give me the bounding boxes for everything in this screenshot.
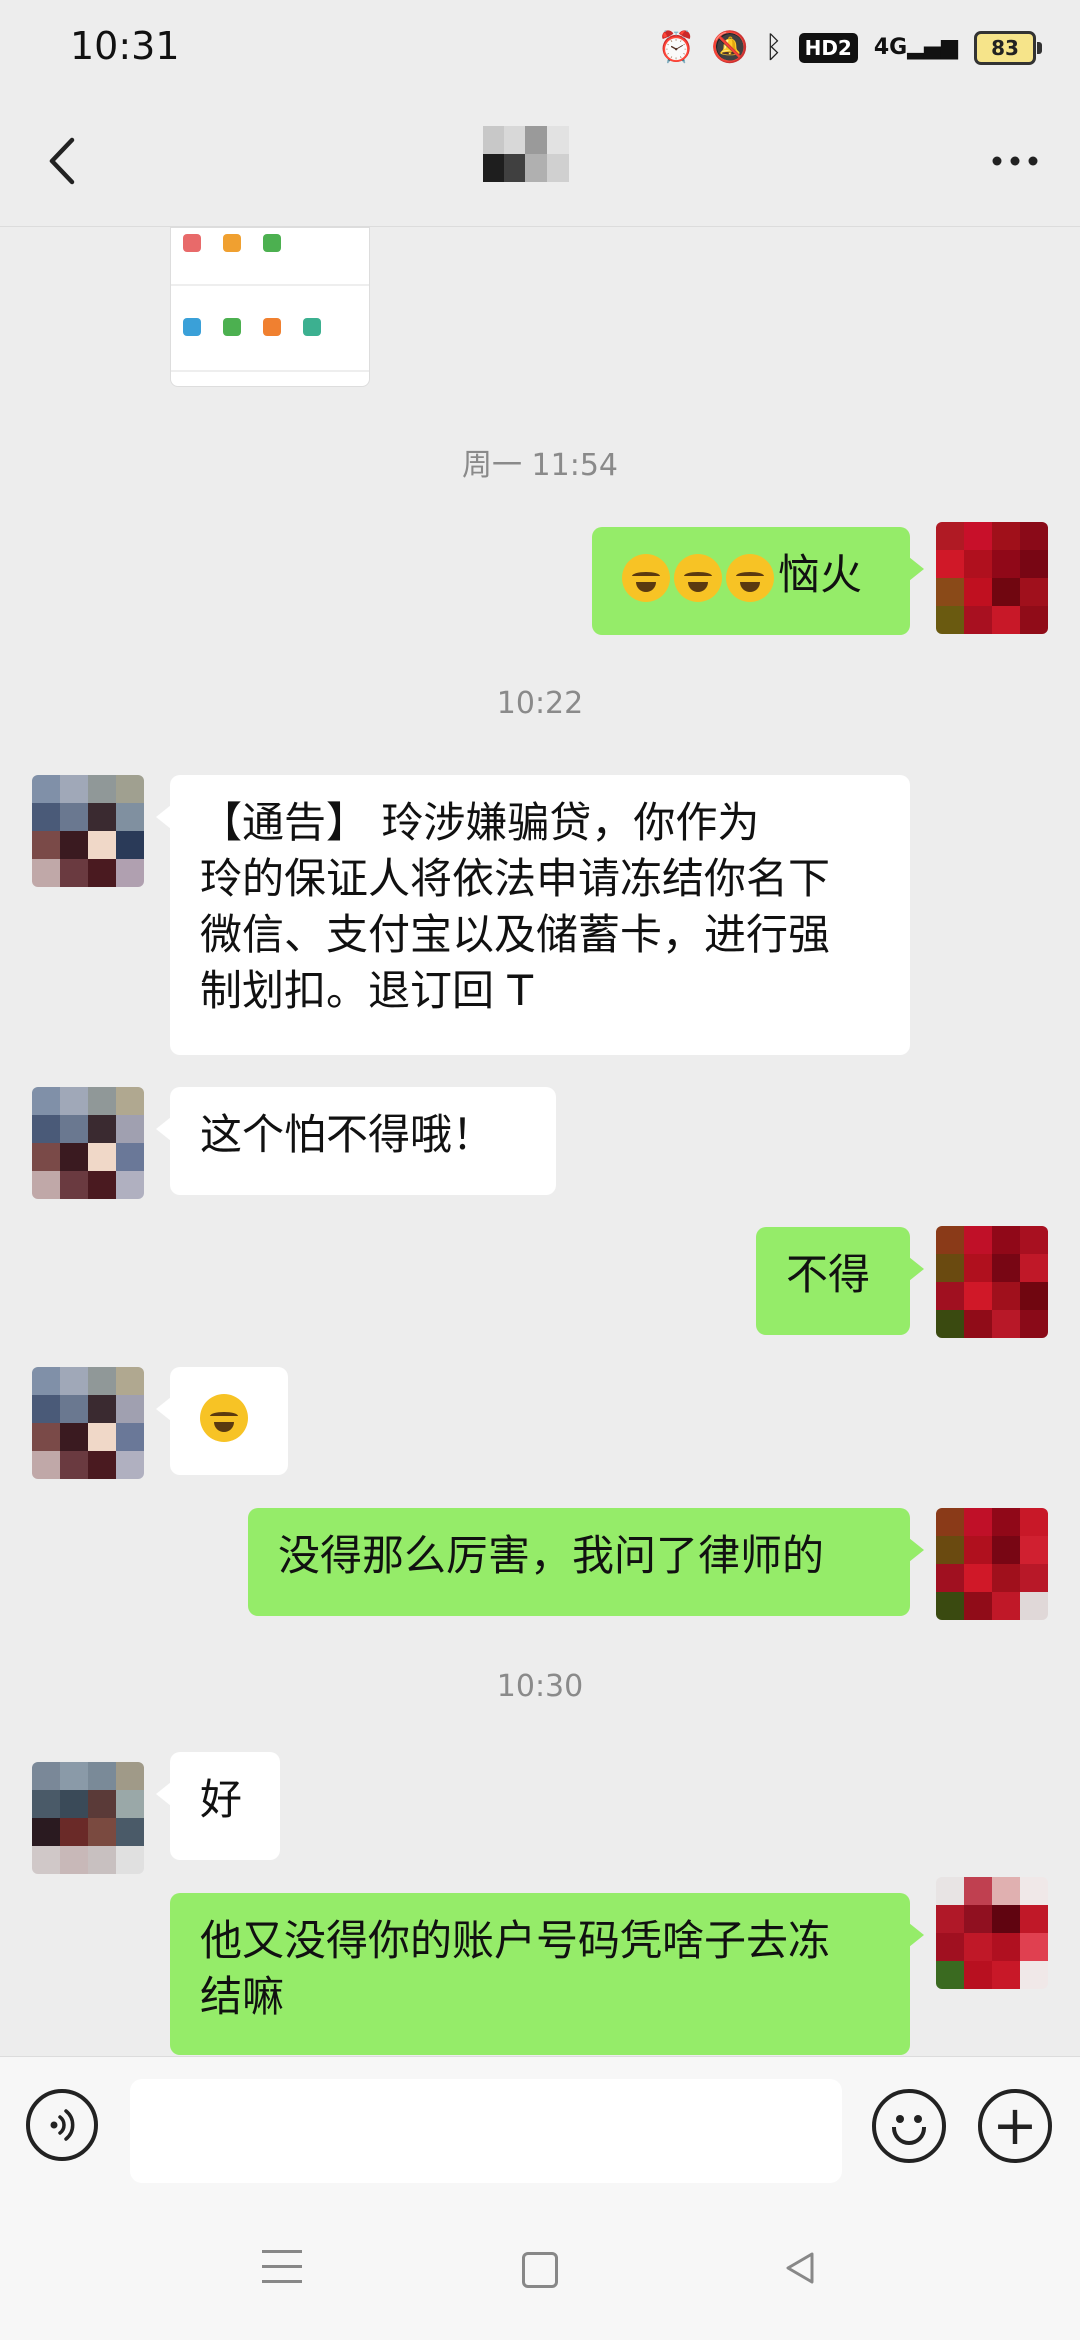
app-icon (183, 318, 201, 336)
chat-header (0, 96, 1080, 227)
more-dots-icon[interactable] (980, 126, 1050, 196)
recent-apps-icon[interactable] (262, 2250, 302, 2286)
message-line: 微信、支付宝以及储蓄卡，进行强 (200, 910, 831, 959)
timestamp: 10:22 (496, 686, 584, 721)
divider (171, 370, 369, 372)
battery-level: 83 (991, 36, 1019, 60)
contact-avatar[interactable] (32, 1762, 144, 1874)
message-line: 制划扣。退订回 T (200, 966, 534, 1015)
battery-icon: 83 (974, 31, 1042, 65)
my-avatar[interactable] (936, 522, 1048, 634)
message-text: 不得 (786, 1250, 871, 1299)
crying-face-icon (674, 553, 722, 602)
status-time: 10:31 (70, 24, 180, 68)
message-input[interactable] (130, 2079, 842, 2183)
mute-icon: 🔕 (711, 30, 749, 65)
divider (171, 284, 369, 286)
app-icon (303, 318, 321, 336)
status-bar: 10:31 ⏰ 🔕 ᛒ HD2 4G▂▄▆ 83 (0, 0, 1080, 96)
shared-app-card[interactable] (170, 227, 370, 387)
outgoing-message[interactable]: 不得 (756, 1227, 924, 1335)
timestamp: 10:30 (496, 1669, 584, 1704)
voice-wave-icon (50, 2109, 75, 2141)
incoming-message[interactable]: 【通告】 玲涉嫌骗贷，你作为 玲的保证人将依法申请冻结你名下 微信、支付宝以及储… (156, 775, 910, 1055)
message-text: 好 (200, 1775, 243, 1824)
voice-icon[interactable] (26, 2089, 98, 2161)
emoji-eye (914, 2115, 922, 2123)
hd-icon: HD2 (798, 33, 858, 63)
app-icon (223, 318, 241, 336)
signal-icon: 4G▂▄▆ (873, 35, 958, 60)
app-icon (263, 234, 281, 252)
my-avatar[interactable] (936, 1508, 1048, 1620)
outgoing-message[interactable]: 没得那么厉害，我问了律师的 (248, 1508, 924, 1616)
message-line: 【通告】 玲涉嫌骗贷，你作为 (200, 798, 760, 847)
crying-angry-face-icon (200, 1393, 248, 1442)
app-icon (183, 234, 201, 252)
contact-avatar[interactable] (32, 1087, 144, 1199)
system-back-icon[interactable] (780, 2248, 820, 2288)
incoming-message[interactable]: 这个怕不得哦！ (156, 1087, 556, 1195)
message-text: 这个怕不得哦！ (200, 1110, 495, 1159)
emoji-icon[interactable] (872, 2089, 946, 2163)
home-icon[interactable] (522, 2252, 558, 2288)
my-avatar[interactable] (936, 1226, 1048, 1338)
alarm-icon: ⏰ (657, 30, 696, 65)
contact-avatar[interactable] (32, 1367, 144, 1479)
status-icons: ⏰ 🔕 ᛒ HD2 4G▂▄▆ 83 (657, 28, 1042, 68)
back-arrow-icon[interactable] (30, 126, 100, 196)
message-line: 玲的保证人将依法申请冻结你名下 (200, 854, 831, 903)
network-type: 4G (873, 35, 908, 60)
message-text: 没得那么厉害，我问了律师的 (278, 1531, 825, 1580)
message-line: 他又没得你的账户号码凭啥子去冻 (200, 1916, 831, 1965)
timestamp: 周一 11:54 (462, 448, 618, 483)
system-navigation-bar (0, 2200, 1080, 2340)
input-bar: + (0, 2056, 1080, 2201)
app-icon (263, 318, 281, 336)
my-avatar[interactable] (936, 1877, 1048, 1989)
app-icon (223, 234, 241, 252)
contact-avatar[interactable] (32, 775, 144, 887)
outgoing-message[interactable]: 他又没得你的账户号码凭啥子去冻 结嘛 (170, 1893, 924, 2055)
message-line: 结嘛 (200, 1972, 285, 2021)
message-text: 恼火 (778, 550, 863, 599)
emoji-mouth (892, 2127, 926, 2145)
bluetooth-icon: ᛒ (764, 30, 783, 65)
contact-name-pixelated (483, 126, 569, 182)
chat-area[interactable]: 周一 11:54 恼火 10:22 【通告】 玲涉嫌骗贷，你作为 玲的保证人将依… (0, 227, 1080, 2055)
incoming-message[interactable] (156, 1367, 288, 1475)
crying-face-icon (622, 553, 670, 602)
emoji-eye (896, 2115, 904, 2123)
outgoing-message[interactable]: 恼火 (592, 527, 924, 635)
incoming-message[interactable]: 好 (156, 1752, 280, 1860)
plus-icon[interactable]: + (978, 2089, 1052, 2163)
crying-face-icon (726, 553, 774, 602)
